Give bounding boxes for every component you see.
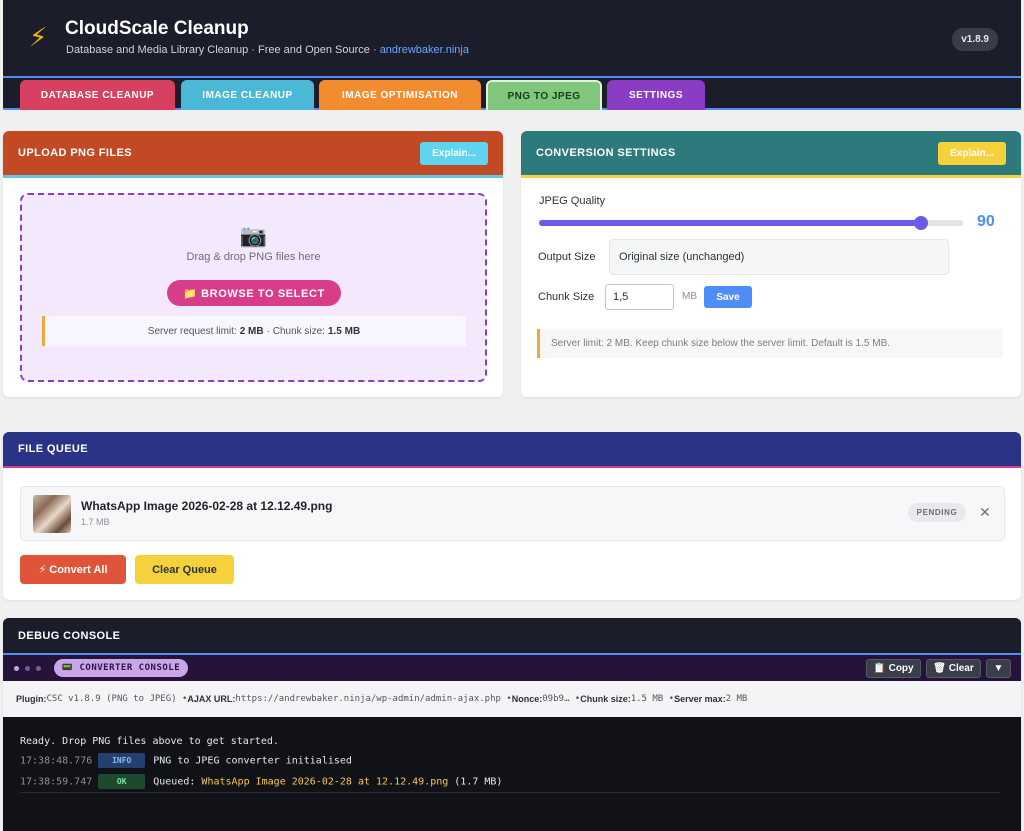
upload-card-header: Upload PNG Files Explain...	[3, 131, 503, 178]
log-level-badge: OK	[98, 774, 146, 789]
quality-slider-fill	[539, 220, 921, 226]
tab-settings[interactable]: Settings	[607, 80, 705, 110]
settings-card-header: Conversion Settings Explain...	[521, 131, 1021, 178]
file-queue-title: File Queue	[18, 443, 89, 455]
tab-database-cleanup[interactable]: Database Cleanup	[20, 80, 175, 110]
file-queue-card: File Queue WhatsApp Image 2026-02-28 at …	[3, 432, 1021, 600]
window-dot-icon	[25, 666, 30, 671]
remove-item-close-icon[interactable]: ✕	[979, 504, 991, 521]
author-link[interactable]: andrewbaker.ninja	[380, 44, 469, 56]
lightning-bolt-icon: ⚡	[29, 22, 48, 52]
log-divider	[20, 792, 1000, 793]
queue-item: WhatsApp Image 2026-02-28 at 12.12.49.pn…	[20, 486, 1005, 541]
file-thumbnail	[33, 495, 71, 533]
copy-button[interactable]: 📋 Copy	[866, 659, 921, 678]
app-title: CloudScale Cleanup	[65, 18, 249, 39]
status-badge: PENDING	[908, 503, 966, 522]
tab-png-to-jpeg[interactable]: PNG to JPEG	[486, 80, 602, 110]
app-subtitle: Database and Media Library Cleanup · Fre…	[66, 44, 469, 56]
tab-image-optimisation[interactable]: Image Optimisation	[319, 80, 481, 110]
server-limit-note: Server limit: 2 MB. Keep chunk size belo…	[537, 329, 1003, 358]
file-queue-header: File Queue	[3, 432, 1021, 468]
drop-zone[interactable]: 📷 Drag & drop PNG files here 📁 Browse to…	[20, 193, 487, 382]
settings-card-title: Conversion Settings	[536, 147, 676, 159]
tab-image-cleanup[interactable]: Image Cleanup	[181, 80, 314, 110]
debug-console-header: Debug Console	[3, 618, 1021, 655]
tab-bar: Database Cleanup Image Cleanup Image Opt…	[3, 78, 1021, 110]
quality-slider[interactable]	[539, 216, 963, 230]
console-log-line: 17:38:48.776 INFO PNG to JPEG converter in…	[20, 753, 352, 768]
debug-console-card: Debug Console 📟 CONVERTER CONSOLE 📋 Copy…	[3, 618, 1021, 831]
log-text: Queued:	[153, 776, 202, 788]
console-meta-line: Plugin: CSC v1.8.9 (PNG to JPEG) • AJAX …	[3, 681, 1021, 717]
quality-slider-thumb[interactable]	[913, 216, 928, 230]
console-log-line: 17:38:59.747 OK Queued: WhatsApp Image 202…	[20, 774, 502, 789]
log-highlight: WhatsApp Image 2026-02-28 at 12.12.49.pn…	[201, 776, 449, 788]
drop-text: Drag & drop PNG files here	[186, 251, 321, 263]
convert-all-button[interactable]: ⚡ Convert All	[20, 555, 126, 584]
log-timestamp: 17:38:59.747	[20, 776, 93, 788]
settings-explain-button[interactable]: Explain...	[938, 141, 1006, 165]
quality-value: 90	[977, 213, 995, 230]
upload-explain-button[interactable]: Explain...	[420, 141, 488, 165]
upload-card: Upload PNG Files Explain... 📷 Drag & dro…	[3, 131, 503, 397]
settings-card: Conversion Settings Explain... JPEG Qual…	[521, 131, 1021, 397]
clear-console-button[interactable]: 🗑 Clear	[926, 659, 981, 678]
limit-note: Server request limit: 2 MB · Chunk size: 1.…	[42, 316, 466, 346]
chunk-size-input[interactable]: 1,5	[605, 284, 674, 310]
window-dot-icon	[36, 666, 41, 671]
log-suffix: (1.7 MB)	[448, 776, 503, 788]
output-size-label: Output Size	[538, 251, 596, 263]
upload-card-title: Upload PNG Files	[18, 147, 132, 159]
camera-icon: 📷	[239, 223, 268, 248]
collapse-chevron-down-icon[interactable]: ▼	[986, 659, 1011, 678]
app-header: ⚡ CloudScale Cleanup Database and Media …	[3, 0, 1021, 78]
log-timestamp: 17:38:48.776	[20, 755, 93, 767]
log-text: PNG to JPEG converter initialised	[153, 755, 352, 767]
file-size: 1.7 MB	[81, 517, 110, 527]
version-badge: v1.8.9	[952, 28, 998, 51]
clear-queue-button[interactable]: Clear Queue	[135, 555, 234, 584]
console-toolbar: 📟 CONVERTER CONSOLE 📋 Copy 🗑 Clear ▼	[3, 655, 1021, 681]
console-ready-line: Ready. Drop PNG files above to get start…	[20, 736, 279, 747]
quality-label: JPEG Quality	[539, 195, 606, 207]
save-button[interactable]: Save	[704, 286, 752, 308]
debug-console-title: Debug Console	[18, 629, 121, 642]
log-level-badge: INFO	[98, 753, 146, 768]
chunk-size-label: Chunk Size	[538, 291, 595, 303]
browse-button[interactable]: 📁 Browse to Select	[167, 280, 341, 306]
file-name: WhatsApp Image 2026-02-28 at 12.12.49.pn…	[81, 499, 333, 513]
chunk-unit-label: MB	[682, 291, 697, 302]
console-badge: 📟 CONVERTER CONSOLE	[54, 659, 188, 677]
output-size-select[interactable]: Original size (unchanged)	[609, 239, 949, 275]
window-dot-icon	[14, 666, 19, 671]
